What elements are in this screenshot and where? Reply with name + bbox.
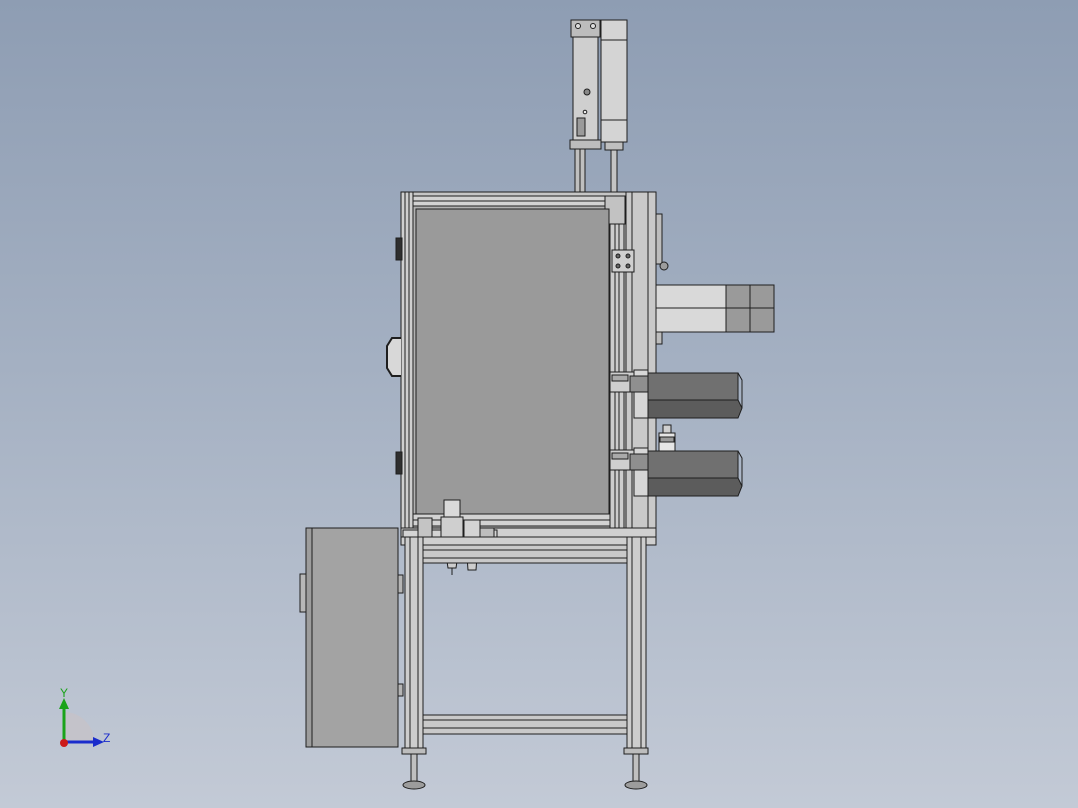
ink-bottle [658,424,676,452]
tower-light [600,19,628,193]
leveling-foot [624,753,648,790]
machine-stand [400,536,657,755]
z-axis-label: Z [103,731,111,745]
y-axis-label: Y [60,686,69,700]
upper-right-module [655,284,775,333]
cad-viewport[interactable]: Y Z [0,0,1078,808]
machine-side-view-drawing [59,19,775,790]
electrical-control-box [299,527,404,748]
leveling-foot [402,753,426,790]
coordinate-triad [59,698,104,747]
door-hinges-and-handle [386,237,403,475]
pneumatic-cylinder [569,19,602,193]
cabinet-side-panel [415,208,610,515]
